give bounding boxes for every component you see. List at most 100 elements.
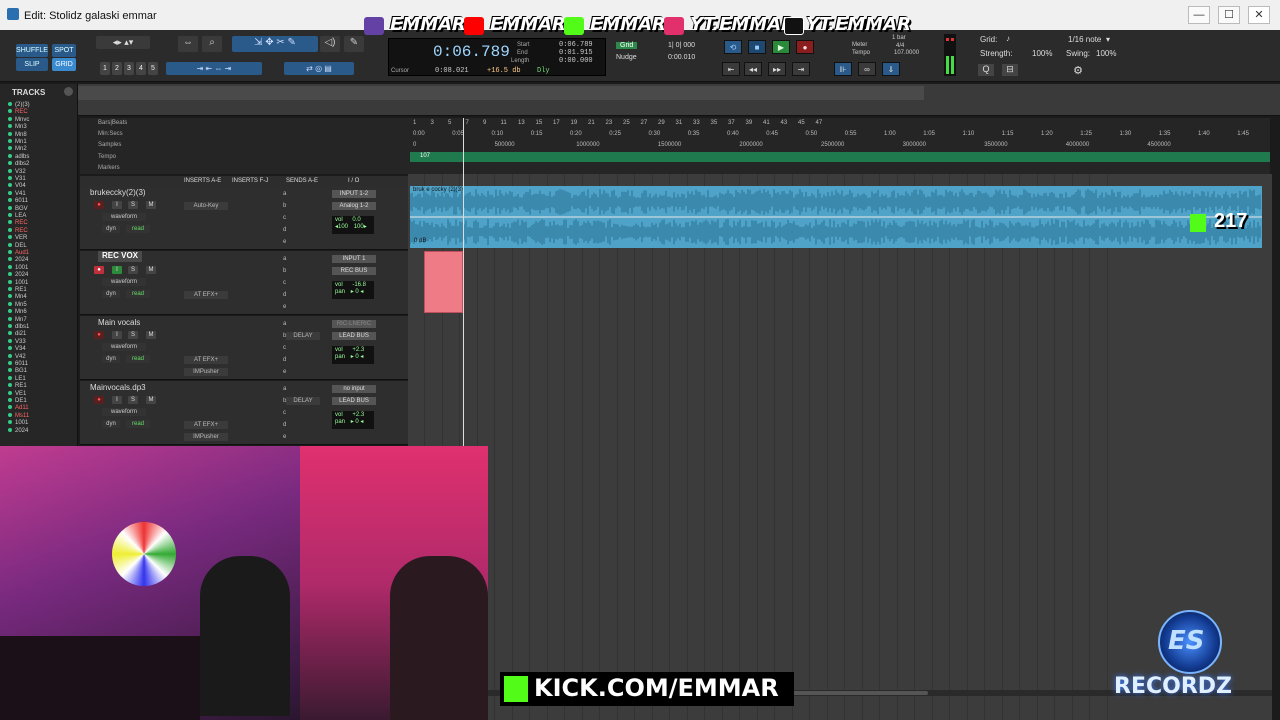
track-visible-icon[interactable] [8, 375, 12, 380]
tracks-list-item[interactable]: 2024 [8, 257, 28, 263]
tracks-list-item[interactable]: Mn2 [8, 146, 27, 152]
tracks-list-item[interactable]: Mn5 [8, 301, 27, 308]
track-visible-icon[interactable] [8, 338, 12, 343]
universe-view[interactable] [78, 86, 924, 100]
track-input[interactable]: INPUT 1-2 [332, 190, 376, 198]
zoom-controls[interactable]: ◂▸ ▴▾ [96, 36, 150, 49]
insert-slot[interactable]: AT EFX+ [184, 356, 228, 364]
track-output[interactable]: Analog 1-2 [332, 202, 376, 210]
automation-read[interactable]: read [126, 420, 150, 428]
tracks-list-item[interactable]: 1001 [8, 264, 28, 271]
insert-slot[interactable]: AT EFX+ [184, 291, 228, 299]
volume-pan-box[interactable]: vol +2.3 pan ▸ 0 ◂ [332, 346, 374, 364]
tracks-list-item[interactable]: V04 [8, 183, 26, 189]
tracks-list-item[interactable]: 6011 [8, 198, 28, 204]
automation-mode[interactable]: dyn [102, 225, 120, 233]
return-to-zero-icon[interactable]: ⇤ [722, 62, 740, 76]
mute-button[interactable]: M [146, 266, 156, 274]
track-view-select[interactable]: waveform [102, 343, 146, 351]
input-monitor-button[interactable]: I [112, 396, 122, 404]
track-visible-icon[interactable] [8, 198, 12, 203]
tracks-list-item[interactable]: LEA [8, 213, 26, 219]
volume-pan-box[interactable]: vol -16.8 pan ▸ 0 ◂ [332, 281, 374, 299]
zoom-preset-3[interactable]: 3 [124, 62, 134, 75]
track-visible-icon[interactable] [8, 205, 12, 210]
play-icon[interactable]: ▶ [772, 40, 790, 54]
input-monitor-button[interactable]: I [112, 201, 122, 209]
track-visible-icon[interactable] [8, 287, 12, 291]
tracks-list-item[interactable]: V41 [8, 190, 26, 197]
record-arm-button[interactable]: ● [94, 331, 104, 339]
swing-value[interactable]: 100% [1096, 49, 1116, 58]
mute-button[interactable]: M [146, 201, 156, 209]
zoom-preset-1[interactable]: 1 [100, 62, 110, 75]
edit-tools-group[interactable]: ⇲ ✥ ✂ ✎ [232, 36, 318, 52]
send-slot-letter[interactable]: a [283, 191, 286, 197]
track-visible-icon[interactable] [8, 190, 12, 195]
tracks-list-item[interactable]: V32 [8, 168, 26, 175]
tracks-list-item[interactable]: Mn3 [8, 124, 27, 130]
solo-button[interactable]: S [128, 201, 138, 209]
zoom-preset-2[interactable]: 2 [112, 62, 122, 75]
magnifier-tool-icon[interactable]: ⌕ [202, 36, 222, 52]
pencil-tool-icon[interactable]: ✎ [344, 36, 364, 52]
rewind-icon[interactable]: ◂◂ [744, 62, 762, 76]
chevron-down-icon[interactable]: ▾ [1106, 35, 1110, 44]
track-visible-icon[interactable] [8, 383, 12, 388]
track-visible-icon[interactable] [8, 161, 12, 166]
track-visible-icon[interactable] [8, 220, 12, 225]
track-visible-icon[interactable] [8, 109, 12, 114]
send-slot-letter[interactable]: d [283, 227, 286, 233]
minimize-button[interactable]: — [1188, 6, 1210, 24]
send-slot-letter[interactable]: c [283, 410, 286, 416]
insert-slot[interactable]: IMPusher [184, 368, 228, 376]
solo-button[interactable]: S [128, 266, 138, 274]
volume-pan-box[interactable]: vol +2.3 pan ▸ 0 ◂ [332, 411, 374, 429]
tracks-list-item[interactable]: 2024 [8, 427, 28, 434]
send-slot-letter[interactable]: e [283, 304, 286, 310]
quantize-icon[interactable]: Q [978, 64, 994, 76]
track-visible-icon[interactable] [8, 257, 12, 262]
automation-mode[interactable]: dyn [102, 420, 120, 428]
track-visible-icon[interactable] [8, 213, 12, 217]
track-visible-icon[interactable] [8, 116, 12, 121]
track-visible-icon[interactable] [8, 272, 12, 277]
send-slot-letter[interactable]: e [283, 369, 286, 375]
send-slot-letter[interactable]: b [283, 268, 286, 274]
track-output[interactable]: REC BUS [332, 267, 376, 275]
send-slot-letter[interactable]: a [283, 321, 286, 327]
automation-read[interactable]: read [126, 225, 150, 233]
meter-value[interactable]: 4/4 [896, 43, 904, 49]
record-arm-button[interactable]: ● [94, 396, 104, 404]
tempo-ruler-bar[interactable]: 107 [410, 152, 1270, 162]
tracks-list-item[interactable]: Aud1 [8, 250, 29, 256]
track-visible-icon[interactable] [8, 294, 12, 299]
audio-clip[interactable]: bruk e cocky (2)(3) 0 dB [410, 186, 1262, 248]
tracks-list-item[interactable]: 1001 [8, 279, 28, 286]
send-slot-letter[interactable]: a [283, 256, 286, 262]
send-slot-letter[interactable]: d [283, 422, 286, 428]
track-visible-icon[interactable] [8, 427, 12, 432]
input-monitor-button[interactable]: I [112, 266, 122, 274]
tracks-list-item[interactable]: Mnvc [8, 116, 29, 123]
tracks-list-item[interactable]: di21 [8, 331, 26, 337]
send-slot-letter[interactable]: a [283, 386, 286, 392]
insert-slot[interactable]: Auto-Key [184, 202, 228, 210]
track-visible-icon[interactable] [8, 250, 12, 254]
volume-pan-box[interactable]: vol 0.0 ◂100 100▸ [332, 216, 374, 234]
track-visible-icon[interactable] [8, 390, 12, 395]
track-visible-icon[interactable] [8, 420, 12, 425]
grid-mode-button[interactable]: Grid [616, 42, 638, 49]
tracks-list-item[interactable]: REC [8, 227, 28, 234]
track-output[interactable]: LEAD BUS [332, 332, 376, 340]
quantize-options-icon[interactable]: ⊟ [1002, 64, 1018, 76]
tracks-list-item[interactable]: (2)(3) [8, 102, 30, 108]
send-slot-letter[interactable]: b [283, 333, 286, 339]
tracks-list-item[interactable]: Ad11 [8, 405, 29, 411]
tracks-list-item[interactable]: 6011 [8, 361, 28, 367]
tracks-list-item[interactable]: Ms11 [8, 412, 29, 419]
main-counter[interactable]: 0:06.789 Start End Length 0:06.789 0:01.… [388, 38, 606, 76]
zoom-preset-5[interactable]: 5 [148, 62, 158, 75]
send-slot-letter[interactable]: c [283, 280, 286, 286]
automation-read[interactable]: read [126, 355, 150, 363]
